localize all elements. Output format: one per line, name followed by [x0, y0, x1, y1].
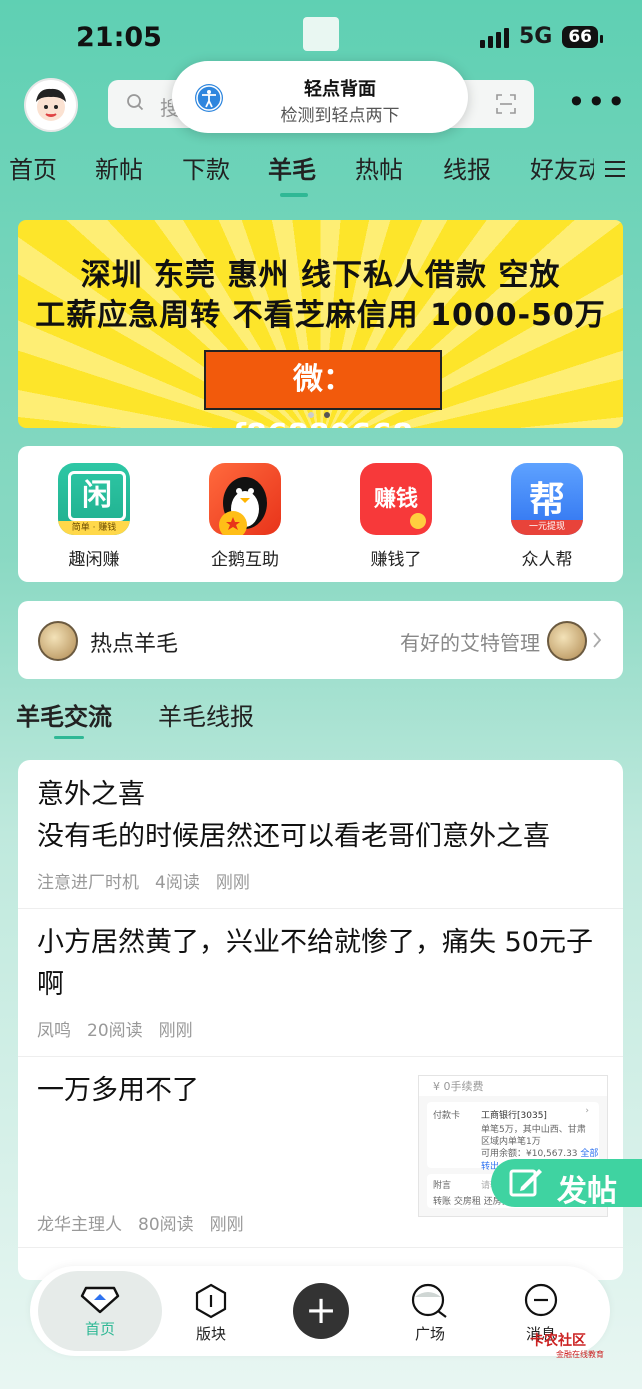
watermark-subtitle: 金融在线教育: [556, 1350, 604, 1359]
tab-wool[interactable]: 羊毛: [268, 150, 316, 185]
post-meta: 龙华主理人 80阅读 刚刚: [37, 1210, 260, 1235]
tab-loans[interactable]: 下款: [182, 150, 230, 185]
edit-icon: [509, 1169, 542, 1197]
active-tab-indicator: [280, 193, 308, 197]
coin-icon: [547, 621, 587, 661]
post-reads: 20阅读: [87, 1021, 143, 1041]
carousel-dot: [308, 412, 314, 418]
banner-contact: 微：f86880668: [204, 350, 442, 428]
coin-icon: [38, 621, 78, 661]
zhongrenbang-icon: 帮 一元提现: [511, 463, 583, 535]
network-type: 5G: [518, 24, 553, 49]
scan-icon[interactable]: [496, 94, 516, 114]
app-label: 赚钱了: [370, 550, 422, 570]
avatar-face-icon: [36, 88, 66, 121]
post-fab-button[interactable]: 发帖: [491, 1159, 642, 1209]
post-author: 龙华主理人: [37, 1215, 122, 1235]
nav-square[interactable]: 广场: [398, 1283, 462, 1344]
chevron-right-icon: [593, 632, 602, 648]
ad-banner[interactable]: 深圳 东莞 惠州 线下私人借款 空放 工薪应急周转 不看芝麻信用 1000-50…: [18, 220, 623, 428]
tab-hot-posts[interactable]: 热帖: [355, 150, 403, 185]
app-qiepeng[interactable]: 企鹅互助: [185, 463, 305, 570]
divider: [18, 1247, 623, 1248]
post-meta: 凤鸣 20阅读 刚刚: [37, 1016, 607, 1041]
post-reads: 4阅读: [155, 873, 200, 893]
penguin-icon: [209, 463, 281, 535]
subtab-wool-tips[interactable]: 羊毛线报: [158, 697, 254, 732]
post-reads: 80阅读: [138, 1215, 194, 1235]
app-zhongrenbang[interactable]: 帮 一元提现 众人帮: [487, 463, 607, 570]
more-icon[interactable]: •••: [567, 86, 627, 118]
post-title: 意外之喜: [37, 779, 145, 810]
post-item[interactable]: 一万多用不了: [37, 1070, 417, 1112]
tab-tips[interactable]: 线报: [443, 150, 491, 185]
battery-icon: 66: [562, 25, 603, 48]
carousel-dots: [308, 412, 330, 418]
message-icon: [524, 1283, 558, 1317]
app-label: 众人帮: [521, 550, 573, 570]
status-icons: 5G 66: [479, 24, 603, 49]
post-time: 刚刚: [209, 1215, 244, 1235]
home-diamond-icon: [80, 1286, 120, 1314]
post-meta: 注意进厂时机 4阅读 刚刚: [37, 868, 607, 893]
nav-label: 版块: [195, 1325, 226, 1343]
toast-title: 轻点背面: [304, 79, 376, 100]
nav-label: 首页: [84, 1320, 115, 1338]
nav-home[interactable]: 首页: [68, 1284, 132, 1339]
tab-friends[interactable]: 好友动: [530, 150, 594, 185]
accessibility-icon: [195, 84, 223, 112]
user-avatar[interactable]: [24, 78, 78, 132]
watermark-logo: 卡农社区: [530, 1333, 586, 1349]
nav-sections[interactable]: 版块: [179, 1283, 243, 1344]
hexagon-icon: [195, 1283, 227, 1319]
nav-label: 广场: [414, 1325, 445, 1343]
quxianzhuan-icon: 闲 简单 · 赚钱: [58, 463, 130, 535]
post-title: 一万多用不了: [37, 1075, 199, 1106]
post-author: 凤鸣: [37, 1021, 71, 1041]
app-zhuanqianle[interactable]: 赚钱 赚钱了: [336, 463, 456, 570]
post-item[interactable]: 意外之喜 没有毛的时候居然还可以看老哥们意外之喜 注意进厂时机 4阅读 刚刚: [37, 774, 607, 893]
subtab-indicator: [54, 736, 84, 739]
post-body: 没有毛的时候居然还可以看老哥们意外之喜: [37, 821, 550, 852]
app-label: 趣闲赚: [68, 550, 120, 570]
banner-line-2: 工薪应急周转 不看芝麻信用 1000-50万: [35, 298, 606, 333]
status-time: 21:05: [76, 22, 162, 53]
category-tabs: 首页 新帖 下款 羊毛 热帖 线报 好友动: [0, 150, 642, 190]
menu-icon[interactable]: [604, 160, 626, 178]
post-time: 刚刚: [215, 873, 250, 893]
fab-label: 发帖: [557, 1174, 617, 1209]
subtab-wool-exchange[interactable]: 羊毛交流: [16, 697, 112, 732]
hot-wool-title: 热点羊毛: [90, 632, 179, 657]
divider: [18, 1056, 623, 1057]
app-grid: 闲 简单 · 赚钱 趣闲赚 企鹅互助 赚钱 赚钱了 帮 一元提现 众人帮: [18, 446, 623, 582]
screen-indicator: [303, 17, 339, 51]
divider: [18, 908, 623, 909]
app-label: 企鹅互助: [211, 550, 279, 570]
post-author: 注意进厂时机: [37, 873, 139, 893]
toast-subtitle: 检测到轻点两下: [280, 106, 400, 126]
tab-new-posts[interactable]: 新帖: [95, 150, 143, 185]
search-icon: [127, 94, 144, 111]
zhuanqian-icon: 赚钱: [360, 463, 432, 535]
tab-home[interactable]: 首页: [9, 150, 57, 185]
app-quxianzhuan[interactable]: 闲 简单 · 赚钱 趣闲赚: [34, 463, 154, 570]
add-button[interactable]: +: [293, 1283, 349, 1339]
hot-wool-hint: 有好的艾特管理: [400, 631, 540, 655]
carousel-dot-active: [324, 412, 330, 418]
post-item[interactable]: 小方居然黄了，兴业不给就惨了，痛失 50元子啊 凤鸣 20阅读 刚刚: [37, 922, 607, 1041]
post-time: 刚刚: [158, 1021, 193, 1041]
plaza-icon: [411, 1283, 447, 1318]
cellular-signal-icon: [479, 26, 509, 48]
banner-line-1: 深圳 东莞 惠州 线下私人借款 空放: [80, 258, 561, 293]
post-title: 小方居然黄了，兴业不给就惨了，痛失 50元子啊: [37, 927, 593, 1000]
